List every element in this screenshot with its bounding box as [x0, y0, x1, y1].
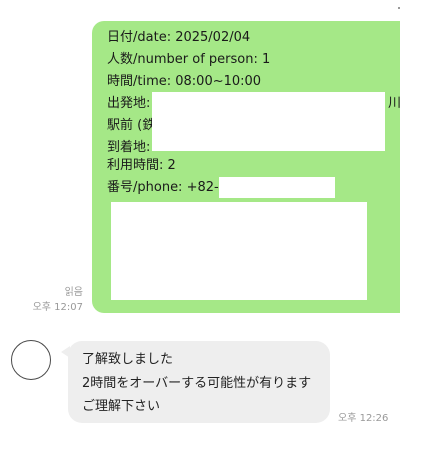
- message-line-arrival: 到着地:: [107, 140, 151, 155]
- message-line-phone: 番号/phone: +82-: [107, 180, 219, 195]
- redacted-address-block: [152, 92, 385, 151]
- avatar[interactable]: [11, 340, 51, 380]
- received-line-1: 了解致しました: [82, 352, 174, 367]
- redacted-phone: [219, 177, 335, 198]
- message-line-usage-time: 利用時間: 2: [107, 158, 176, 173]
- received-time: 오후 12:26: [338, 413, 389, 424]
- message-line-persons: 人数/number of person: 1: [107, 52, 271, 67]
- sent-time: 오후 12:07: [32, 302, 83, 313]
- received-line-2: 2時間をオーバーする可能性が有ります: [82, 376, 312, 391]
- departure-suffix: 川: [388, 96, 402, 111]
- received-line-3: ご理解下さい: [82, 399, 161, 414]
- message-line-departure: 出発地:: [107, 96, 151, 111]
- read-status: 읽음: [64, 287, 83, 298]
- redacted-details-block: [111, 202, 367, 300]
- message-line-date: 日付/date: 2025/02/04: [107, 30, 251, 45]
- message-line-station: 駅前 (鉄: [107, 118, 156, 133]
- status-dot: [398, 7, 400, 9]
- message-line-time: 時間/time: 08:00~10:00: [107, 74, 262, 89]
